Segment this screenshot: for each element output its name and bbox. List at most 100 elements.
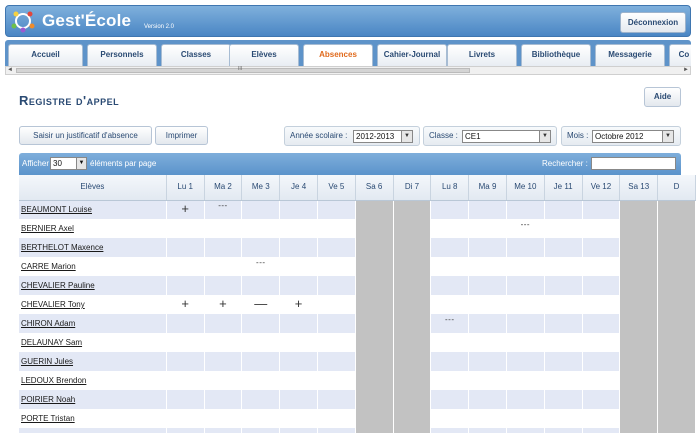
attendance-cell[interactable] xyxy=(506,390,545,409)
tab-absences[interactable]: Absences xyxy=(303,44,373,66)
attendance-cell[interactable] xyxy=(166,352,205,371)
tab-livrets[interactable]: Livrets xyxy=(447,44,517,66)
student-name-link[interactable]: CHEVALIER Pauline xyxy=(21,281,95,290)
attendance-cell[interactable] xyxy=(544,295,583,314)
attendance-cell[interactable] xyxy=(166,409,205,428)
attendance-cell[interactable] xyxy=(430,200,470,219)
justify-absence-button[interactable]: Saisir un justificatif d'absence xyxy=(19,126,152,145)
student-name-link[interactable]: CHIRON Adam xyxy=(21,319,75,328)
attendance-cell[interactable] xyxy=(430,371,470,390)
attendance-cell[interactable] xyxy=(204,219,243,238)
student-name-link[interactable]: GUERIN Jules xyxy=(21,357,73,366)
attendance-cell[interactable] xyxy=(544,333,583,352)
attendance-cell[interactable] xyxy=(317,276,356,295)
student-name-link[interactable]: CARRE Marion xyxy=(21,262,76,271)
attendance-cell[interactable] xyxy=(430,352,470,371)
student-name-link[interactable]: LEDOUX Brendon xyxy=(21,376,86,385)
student-name-link[interactable]: POIRIER Noah xyxy=(21,395,75,404)
attendance-cell[interactable] xyxy=(468,409,507,428)
attendance-cell[interactable] xyxy=(241,238,281,257)
attendance-cell[interactable] xyxy=(506,238,545,257)
attendance-cell[interactable] xyxy=(544,428,583,433)
attendance-cell[interactable] xyxy=(468,352,507,371)
attendance-cell[interactable] xyxy=(544,371,583,390)
attendance-cell[interactable] xyxy=(430,219,470,238)
attendance-cell[interactable] xyxy=(317,295,356,314)
attendance-cell[interactable] xyxy=(468,295,507,314)
attendance-cell[interactable] xyxy=(204,409,243,428)
tab-more[interactable]: Co xyxy=(669,44,691,66)
student-name-link[interactable]: DELAUNAY Sam xyxy=(21,338,82,347)
attendance-cell[interactable] xyxy=(582,314,621,333)
student-name-link[interactable]: CHEVALIER Tony xyxy=(21,300,85,309)
attendance-cell[interactable] xyxy=(506,333,545,352)
tab-accueil[interactable]: Accueil xyxy=(8,44,83,66)
attendance-cell[interactable]: + xyxy=(204,295,243,314)
attendance-cell[interactable] xyxy=(166,276,205,295)
attendance-cell[interactable] xyxy=(279,428,318,433)
attendance-cell[interactable] xyxy=(279,314,318,333)
attendance-cell[interactable] xyxy=(468,428,507,433)
attendance-cell[interactable] xyxy=(582,276,621,295)
month-select[interactable]: Octobre 2012 ▼ xyxy=(592,130,674,143)
attendance-cell[interactable] xyxy=(279,409,318,428)
attendance-cell[interactable] xyxy=(317,200,356,219)
attendance-cell[interactable] xyxy=(166,333,205,352)
attendance-cell[interactable] xyxy=(279,371,318,390)
attendance-cell[interactable] xyxy=(582,371,621,390)
attendance-cell[interactable] xyxy=(241,371,281,390)
students-column-header[interactable]: Elèves xyxy=(19,175,167,201)
attendance-cell[interactable] xyxy=(204,371,243,390)
tab-classes[interactable]: Classes xyxy=(161,44,231,66)
student-name-link[interactable]: BEAUMONT Louise xyxy=(21,205,92,214)
attendance-cell[interactable] xyxy=(166,238,205,257)
student-name-link[interactable]: PORTE Tristan xyxy=(21,414,75,423)
attendance-cell[interactable] xyxy=(241,314,281,333)
attendance-cell[interactable] xyxy=(430,257,470,276)
attendance-cell[interactable] xyxy=(166,219,205,238)
attendance-cell[interactable] xyxy=(430,276,470,295)
attendance-cell[interactable] xyxy=(204,238,243,257)
page-length-select[interactable]: 30 ▼ xyxy=(50,157,87,170)
attendance-cell[interactable] xyxy=(468,200,507,219)
tab-personnels[interactable]: Personnels xyxy=(87,44,157,66)
attendance-cell[interactable] xyxy=(582,295,621,314)
tab-eleves[interactable]: Elèves xyxy=(229,44,299,66)
attendance-cell[interactable] xyxy=(544,352,583,371)
attendance-cell[interactable] xyxy=(582,238,621,257)
attendance-cell[interactable] xyxy=(582,409,621,428)
attendance-cell[interactable] xyxy=(582,219,621,238)
attendance-cell[interactable] xyxy=(317,409,356,428)
attendance-cell[interactable] xyxy=(241,200,281,219)
attendance-cell[interactable] xyxy=(241,219,281,238)
attendance-cell[interactable] xyxy=(506,314,545,333)
tab-cahier-journal[interactable]: Cahier-Journal xyxy=(377,44,447,66)
attendance-cell[interactable] xyxy=(468,390,507,409)
attendance-cell[interactable] xyxy=(582,352,621,371)
attendance-cell[interactable]: + xyxy=(166,200,205,219)
attendance-cell[interactable] xyxy=(468,371,507,390)
attendance-cell[interactable] xyxy=(468,257,507,276)
attendance-cell[interactable] xyxy=(279,352,318,371)
attendance-cell[interactable] xyxy=(166,371,205,390)
print-button[interactable]: Imprimer xyxy=(155,126,208,145)
attendance-cell[interactable] xyxy=(544,276,583,295)
attendance-cell[interactable] xyxy=(506,371,545,390)
attendance-cell[interactable] xyxy=(544,409,583,428)
attendance-cell[interactable]: + xyxy=(279,295,318,314)
scrollbar-thumb[interactable] xyxy=(16,68,470,73)
year-select[interactable]: 2012-2013 ▼ xyxy=(353,130,413,143)
attendance-cell[interactable] xyxy=(166,390,205,409)
attendance-cell[interactable] xyxy=(582,333,621,352)
attendance-cell[interactable] xyxy=(241,333,281,352)
attendance-cell[interactable] xyxy=(506,257,545,276)
attendance-cell[interactable] xyxy=(544,257,583,276)
attendance-cell[interactable] xyxy=(241,409,281,428)
attendance-cell[interactable] xyxy=(506,409,545,428)
tabs-scrollbar[interactable]: ◄ III ► xyxy=(5,66,691,75)
attendance-cell[interactable] xyxy=(279,238,318,257)
attendance-cell[interactable] xyxy=(430,409,470,428)
attendance-cell[interactable]: --- xyxy=(241,257,281,276)
attendance-cell[interactable] xyxy=(430,428,470,433)
attendance-cell[interactable] xyxy=(468,219,507,238)
